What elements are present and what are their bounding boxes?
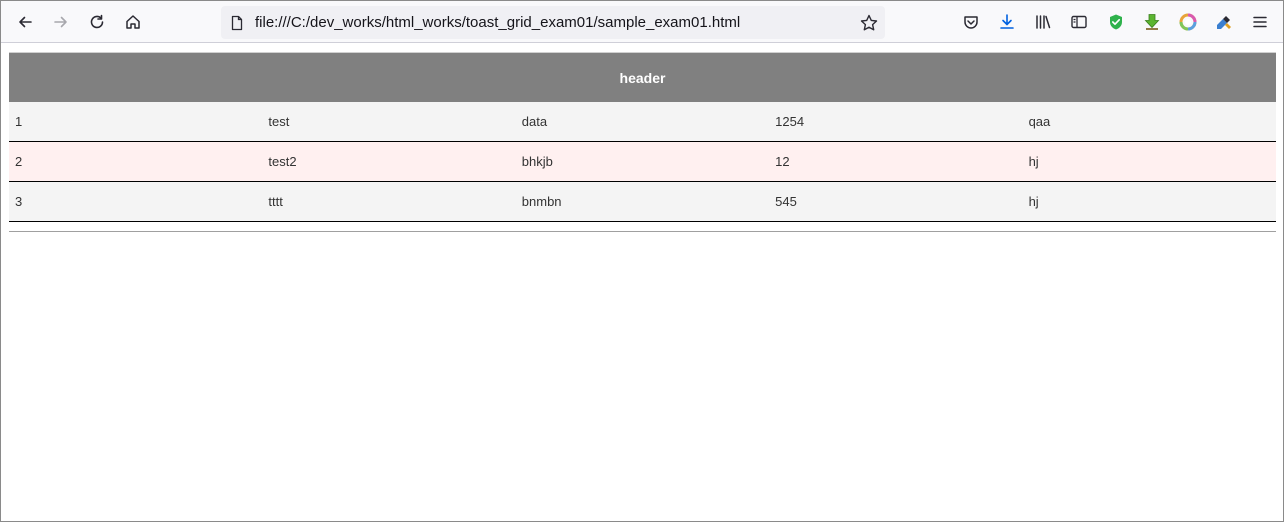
library-icon	[1036, 15, 1051, 29]
grid-cell[interactable]: 1254	[769, 114, 1022, 129]
picker-icon	[1217, 16, 1231, 29]
grid-cell[interactable]: test2	[262, 154, 515, 169]
home-button[interactable]	[119, 8, 147, 36]
url-text[interactable]: file:///C:/dev_works/html_works/toast_gr…	[255, 14, 740, 31]
sidebar-icon	[1071, 15, 1087, 29]
color-wheel-icon	[1179, 13, 1197, 31]
grid-cell[interactable]: bnmbn	[516, 194, 769, 209]
grid-cell[interactable]: hj	[1023, 154, 1276, 169]
grid-cell[interactable]: 2	[9, 154, 262, 169]
page-icon	[231, 15, 243, 31]
pocket-button[interactable]	[957, 8, 985, 36]
back-button[interactable]	[11, 8, 39, 36]
app-menu-button[interactable]	[1246, 8, 1274, 36]
extension-picker-button[interactable]	[1210, 8, 1238, 36]
grid-cell[interactable]: qaa	[1023, 114, 1276, 129]
grid-cell[interactable]: 545	[769, 194, 1022, 209]
grid-cell[interactable]: 1	[9, 114, 262, 129]
data-grid: header 1 test data 1254 qaa 2 test2 bhkj…	[9, 52, 1276, 232]
extension-download-button[interactable]	[1138, 8, 1166, 36]
table-row[interactable]: 3 tttt bnmbn 545 hj	[9, 182, 1276, 222]
green-download-arrow-icon	[1144, 14, 1160, 30]
grid-cell[interactable]: 3	[9, 194, 262, 209]
hamburger-menu-icon	[1253, 16, 1267, 28]
reload-button[interactable]	[83, 8, 111, 36]
home-icon	[126, 15, 140, 29]
pocket-icon	[964, 16, 978, 29]
grid-cell[interactable]: tttt	[262, 194, 515, 209]
downloads-button[interactable]	[993, 8, 1021, 36]
grid-cell[interactable]: bhkjb	[516, 154, 769, 169]
extension-color-button[interactable]	[1174, 8, 1202, 36]
library-button[interactable]	[1029, 8, 1057, 36]
download-icon	[1000, 14, 1014, 29]
extension-shield-button[interactable]	[1102, 8, 1130, 36]
url-bar[interactable]: file:///C:/dev_works/html_works/toast_gr…	[221, 6, 885, 39]
grid-bottom-border	[9, 222, 1276, 232]
page-content: header 1 test data 1254 qaa 2 test2 bhkj…	[1, 44, 1283, 521]
browser-window: file:///C:/dev_works/html_works/toast_gr…	[0, 0, 1284, 522]
browser-toolbar: file:///C:/dev_works/html_works/toast_gr…	[1, 1, 1283, 43]
grid-cell[interactable]: hj	[1023, 194, 1276, 209]
table-row[interactable]: 1 test data 1254 qaa	[9, 102, 1276, 142]
forward-button[interactable]	[47, 8, 75, 36]
arrow-left-icon	[19, 16, 32, 28]
reload-icon	[90, 14, 104, 29]
table-row[interactable]: 2 test2 bhkjb 12 hj	[9, 142, 1276, 182]
arrow-right-icon	[54, 16, 67, 28]
grid-cell[interactable]: 12	[769, 154, 1022, 169]
sidebar-button[interactable]	[1065, 8, 1093, 36]
star-icon[interactable]	[859, 13, 879, 33]
grid-header: header	[9, 52, 1276, 102]
shield-check-icon	[1110, 14, 1122, 30]
grid-cell[interactable]: data	[516, 114, 769, 129]
grid-cell[interactable]: test	[262, 114, 515, 129]
